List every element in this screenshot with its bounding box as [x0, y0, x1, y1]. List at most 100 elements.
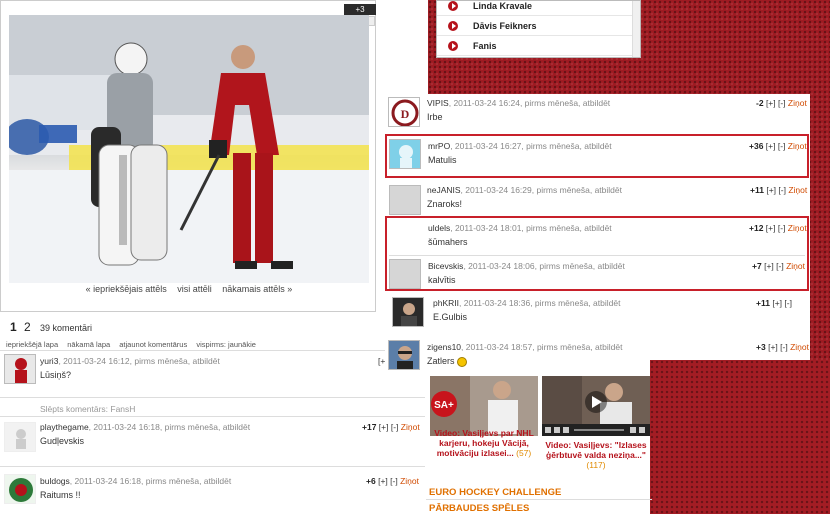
comment-user[interactable]: mrPO	[428, 141, 450, 151]
avatar[interactable]	[389, 259, 421, 289]
video-player-controls[interactable]	[542, 424, 650, 436]
video-caption-text: Video: Vasiļjevs: "Izlases ģērbtuvē vald…	[545, 440, 647, 460]
hockey-photo[interactable]	[9, 15, 369, 283]
avatar[interactable]	[392, 297, 424, 327]
comment-text: Raitums !!	[40, 490, 81, 500]
play-arrow-icon	[448, 21, 458, 31]
vote-controls[interactable]: [+] [-]	[768, 342, 788, 352]
prev-page-link[interactable]: iepriekšējā lapa	[6, 340, 58, 349]
comment-text: E.Gulbis	[433, 312, 468, 322]
divider	[426, 499, 652, 500]
all-photos-link[interactable]: visi attēli	[177, 284, 212, 294]
vote-controls[interactable]: [+] [-]	[379, 422, 399, 432]
dropdown-item[interactable]: Fanis	[437, 37, 633, 56]
photo-score-badge: +3	[344, 4, 376, 15]
vote-controls[interactable]: [+] [-]	[766, 98, 786, 108]
vote-controls[interactable]: [+] [-]	[772, 298, 792, 308]
page-1-link[interactable]: 1	[10, 320, 17, 334]
prev-photo-link[interactable]: « iepriekšējais attēls	[86, 284, 167, 294]
divider	[0, 466, 425, 467]
section-title-parbaudes[interactable]: PĀRBAUDES SPĒLES	[429, 503, 529, 514]
player-controls-icon	[545, 427, 645, 433]
report-link[interactable]: Ziņot	[788, 98, 807, 108]
page-2-link[interactable]: 2	[24, 320, 31, 334]
comment-item: Bicevskis, 2011-03-24 18:06, pirms mēneš…	[388, 257, 806, 289]
avatar[interactable]	[4, 354, 36, 384]
report-link[interactable]: Ziņot	[788, 141, 807, 151]
comment-meta: zigens10, 2011-03-24 18:57, pirms mēneša…	[427, 342, 622, 352]
video-thumbnail[interactable]: SA+	[430, 376, 538, 436]
play-arrow-icon	[448, 1, 458, 11]
video-comment-count: (117)	[586, 460, 606, 470]
next-page-link[interactable]: nākamā lapa	[67, 340, 110, 349]
divider	[0, 350, 390, 351]
comment-meta: phKRII, 2011-03-24 18:36, pirms mēneša, …	[433, 298, 620, 308]
report-link[interactable]: Ziņot	[400, 476, 419, 486]
video-thumbnail-image: SA+	[430, 376, 538, 436]
comment-meta: yuri3, 2011-03-24 16:12, pirms mēneša, a…	[40, 356, 220, 366]
name-dropdown-list[interactable]: Linda Kravale Dāvis Feikners Fanis	[436, 0, 641, 58]
comment-score: +17 [+] [-] Ziņot	[362, 422, 420, 432]
score-value: -2	[756, 98, 764, 108]
score-value: +36	[749, 141, 764, 151]
vote-controls[interactable]: [+] [-]	[766, 185, 786, 195]
comment-score: +6 [+] [-] Ziņot	[366, 476, 419, 486]
comment-user[interactable]: uldels	[428, 223, 450, 233]
avatar[interactable]: D	[388, 97, 420, 127]
comment-meta: buldogs, 2011-03-24 16:18, pirms mēneša,…	[40, 476, 231, 486]
vote-controls[interactable]: [+] [-]	[378, 476, 398, 486]
section-title-euro[interactable]: EURO HOCKEY CHALLENGE	[429, 487, 561, 498]
comment-user[interactable]: phKRII	[433, 298, 459, 308]
next-photo-link[interactable]: nākamais attēls »	[222, 284, 292, 294]
comment-text: kalvītis	[428, 275, 456, 285]
comment-user[interactable]: zigens10	[427, 342, 461, 352]
report-link[interactable]: Ziņot	[401, 422, 420, 432]
comment-user[interactable]: yuri3	[40, 356, 58, 366]
score-value: +6	[366, 476, 376, 486]
comment-meta-text: , 2011-03-24 16:12, pirms mēneša, atbild…	[58, 356, 220, 366]
comment-user[interactable]: VIPIS	[427, 98, 449, 108]
divider	[0, 416, 425, 417]
comment-item: mrPO, 2011-03-24 16:27, pirms mēneša, at…	[388, 137, 807, 175]
avatar[interactable]	[4, 422, 36, 452]
avatar[interactable]	[4, 474, 36, 504]
comment-count: 39 komentāri	[40, 323, 93, 333]
svg-text:D: D	[401, 107, 410, 121]
comment-text-value: Zatlers	[427, 356, 455, 366]
comment-meta: mrPO, 2011-03-24 16:27, pirms mēneša, at…	[428, 141, 612, 151]
vote-controls[interactable]: [+] [-]	[764, 261, 784, 271]
refresh-comments-link[interactable]: atjaunot komentārus	[119, 340, 187, 349]
report-link[interactable]: Ziņot	[786, 261, 805, 271]
hidden-comment[interactable]: Slēpts komentārs: FansH	[40, 404, 135, 414]
comment-meta-text: , 2011-03-24 16:29, pirms mēneša, atbild…	[460, 185, 622, 195]
svg-text:SA+: SA+	[434, 400, 454, 411]
dropdown-scrollbar[interactable]	[632, 1, 640, 57]
comment-meta-text: , 2011-03-24 16:27, pirms mēneša, atbild…	[450, 141, 612, 151]
avatar[interactable]	[389, 139, 421, 169]
dropdown-item[interactable]: Linda Kravale	[437, 0, 633, 16]
comment-user[interactable]: neJANIS	[427, 185, 461, 195]
comment-user[interactable]: buldogs	[40, 476, 70, 486]
report-link[interactable]: Ziņot	[788, 185, 807, 195]
comment-text: Znaroks!	[427, 199, 463, 209]
vote-controls[interactable]: [+] [-]	[766, 141, 786, 151]
comment-user[interactable]: Bicevskis	[428, 261, 463, 271]
video-caption[interactable]: Video: Vasiļjevs: "Izlases ģērbtuvē vald…	[540, 440, 652, 470]
video-caption[interactable]: Video: Vasiļjevs par NHL karjeru, hokeju…	[428, 428, 540, 458]
vote-controls[interactable]: [+] [-]	[766, 223, 786, 233]
avatar[interactable]	[388, 340, 420, 370]
report-link[interactable]: Ziņot	[788, 223, 807, 233]
avatar-image	[9, 478, 33, 502]
comment-text: Irbe	[427, 112, 443, 122]
comment-text: Zatlers	[427, 356, 468, 367]
comment-item: yuri3, 2011-03-24 16:12, pirms mēneša, a…	[0, 352, 425, 394]
sort-newest-link[interactable]: vispirms: jaunākie	[196, 340, 256, 349]
dropdown-item[interactable]: Dāvis Feikners	[437, 17, 633, 36]
comment-score: +3 [+] [-] Ziņot	[756, 342, 809, 352]
report-link[interactable]: Ziņot	[790, 342, 809, 352]
comment-score: +11 [+] [-] Ziņot	[750, 185, 807, 195]
avatar[interactable]	[389, 185, 421, 215]
avatar-image	[397, 346, 413, 369]
score-value: +11	[756, 298, 770, 308]
comment-user[interactable]: playthegame	[40, 422, 89, 432]
